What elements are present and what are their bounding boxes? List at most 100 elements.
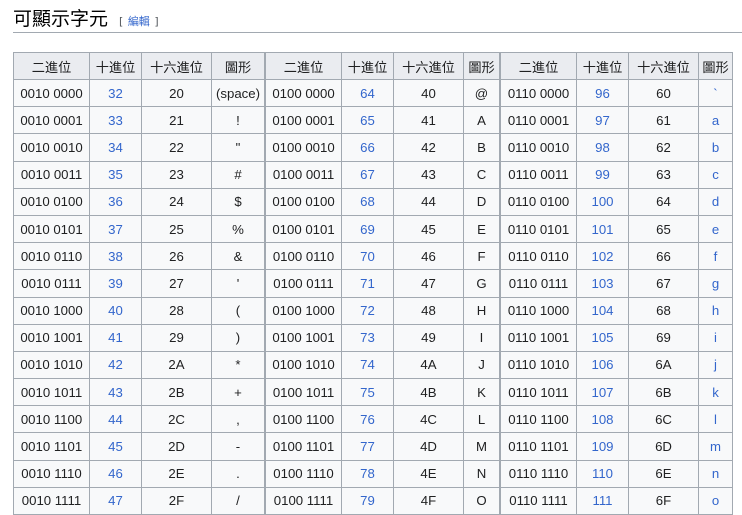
cell-glyph: A — [463, 106, 500, 135]
cell-glyph[interactable]: e — [698, 214, 733, 244]
cell-decimal[interactable]: 101 — [576, 214, 629, 244]
cell-hex: 2B — [141, 378, 212, 407]
cell-decimal[interactable]: 43 — [89, 378, 142, 407]
cell-decimal[interactable]: 68 — [341, 187, 394, 216]
cell-decimal[interactable]: 46 — [89, 459, 142, 488]
header-binary: 二進位 — [265, 52, 342, 80]
cell-decimal[interactable]: 45 — [89, 432, 142, 461]
cell-decimal[interactable]: 71 — [341, 269, 394, 298]
cell-binary: 0100 0100 — [265, 187, 342, 216]
cell-glyph[interactable]: d — [698, 187, 733, 216]
table-row: 0010 0010 34 22 " — [13, 133, 265, 162]
cell-hex: 22 — [141, 133, 212, 162]
cell-hex: 4D — [393, 432, 464, 461]
cell-binary: 0010 1110 — [13, 459, 90, 488]
cell-glyph: K — [463, 378, 500, 407]
cell-decimal[interactable]: 70 — [341, 242, 394, 271]
cell-glyph[interactable]: k — [698, 378, 733, 407]
table-row: 0100 1101 77 4D M — [265, 432, 500, 461]
edit-bracket-close: ] — [154, 15, 159, 28]
cell-decimal[interactable]: 36 — [89, 187, 142, 216]
cell-hex: 64 — [628, 187, 699, 216]
cell-decimal[interactable]: 79 — [341, 486, 394, 515]
cell-decimal[interactable]: 104 — [576, 296, 629, 325]
cell-decimal[interactable]: 78 — [341, 459, 394, 488]
cell-decimal[interactable]: 111 — [576, 486, 629, 515]
cell-binary: 0010 1001 — [13, 323, 90, 352]
cell-glyph[interactable]: b — [698, 133, 733, 162]
cell-decimal[interactable]: 98 — [576, 133, 629, 162]
cell-binary: 0010 0100 — [13, 187, 90, 216]
cell-binary: 0010 0000 — [13, 78, 90, 108]
section-title: 可顯示字元 — [13, 8, 109, 30]
cell-decimal[interactable]: 64 — [341, 78, 394, 108]
cell-glyph[interactable]: f — [698, 242, 733, 271]
cell-decimal[interactable]: 76 — [341, 405, 394, 434]
cell-glyph: , — [211, 405, 265, 434]
cell-glyph[interactable]: m — [698, 432, 733, 461]
cell-decimal[interactable]: 33 — [89, 106, 142, 135]
cell-glyph: " — [211, 133, 265, 162]
cell-decimal[interactable]: 40 — [89, 296, 142, 325]
cell-decimal[interactable]: 102 — [576, 242, 629, 271]
cell-decimal[interactable]: 69 — [341, 214, 394, 244]
cell-decimal[interactable]: 99 — [576, 160, 629, 189]
table-row: 0010 1101 45 2D - — [13, 432, 265, 461]
table-row: 0110 1000 104 68 h — [500, 296, 733, 325]
cell-decimal[interactable]: 42 — [89, 350, 142, 380]
cell-glyph[interactable]: o — [698, 486, 733, 515]
cell-decimal[interactable]: 47 — [89, 486, 142, 515]
cell-decimal[interactable]: 34 — [89, 133, 142, 162]
cell-glyph[interactable]: g — [698, 269, 733, 298]
table-row: 0100 0000 64 40 @ — [265, 78, 500, 108]
cell-decimal[interactable]: 77 — [341, 432, 394, 461]
edit-link[interactable]: 編輯 — [128, 15, 150, 28]
cell-decimal[interactable]: 105 — [576, 323, 629, 352]
cell-binary: 0110 1101 — [500, 432, 577, 461]
cell-decimal[interactable]: 73 — [341, 323, 394, 352]
cell-decimal[interactable]: 106 — [576, 350, 629, 380]
cell-hex: 23 — [141, 160, 212, 189]
cell-glyph[interactable]: l — [698, 405, 733, 434]
table-row: 0110 1001 105 69 i — [500, 323, 733, 352]
cell-glyph[interactable]: h — [698, 296, 733, 325]
cell-hex: 43 — [393, 160, 464, 189]
cell-glyph[interactable]: a — [698, 106, 733, 135]
cell-decimal[interactable]: 44 — [89, 405, 142, 434]
cell-decimal[interactable]: 35 — [89, 160, 142, 189]
table-row: 0110 1010 106 6A j — [500, 350, 733, 380]
edit-section: [ 編輯 ] — [119, 13, 159, 29]
cell-decimal[interactable]: 96 — [576, 78, 629, 108]
cell-glyph[interactable]: ` — [698, 78, 733, 108]
cell-decimal[interactable]: 103 — [576, 269, 629, 298]
cell-hex: 6A — [628, 350, 699, 380]
cell-decimal[interactable]: 41 — [89, 323, 142, 352]
cell-decimal[interactable]: 37 — [89, 214, 142, 244]
cell-glyph[interactable]: c — [698, 160, 733, 189]
cell-decimal[interactable]: 109 — [576, 432, 629, 461]
cell-decimal[interactable]: 72 — [341, 296, 394, 325]
cell-glyph: B — [463, 133, 500, 162]
cell-decimal[interactable]: 110 — [576, 459, 629, 488]
cell-hex: 46 — [393, 242, 464, 271]
cell-decimal[interactable]: 67 — [341, 160, 394, 189]
cell-glyph[interactable]: i — [698, 323, 733, 352]
cell-decimal[interactable]: 97 — [576, 106, 629, 135]
cell-decimal[interactable]: 65 — [341, 106, 394, 135]
cell-binary: 0110 1110 — [500, 459, 577, 488]
cell-glyph[interactable]: j — [698, 350, 733, 380]
cell-glyph: ! — [211, 106, 265, 135]
cell-decimal[interactable]: 32 — [89, 78, 142, 108]
cell-decimal[interactable]: 39 — [89, 269, 142, 298]
cell-decimal[interactable]: 107 — [576, 378, 629, 407]
cell-glyph: ( — [211, 296, 265, 325]
cell-binary: 0100 1011 — [265, 378, 342, 407]
cell-decimal[interactable]: 66 — [341, 133, 394, 162]
cell-decimal[interactable]: 108 — [576, 405, 629, 434]
cell-decimal[interactable]: 100 — [576, 187, 629, 216]
cell-binary: 0100 0000 — [265, 78, 342, 108]
cell-glyph[interactable]: n — [698, 459, 733, 488]
cell-decimal[interactable]: 74 — [341, 350, 394, 380]
cell-decimal[interactable]: 75 — [341, 378, 394, 407]
cell-decimal[interactable]: 38 — [89, 242, 142, 271]
